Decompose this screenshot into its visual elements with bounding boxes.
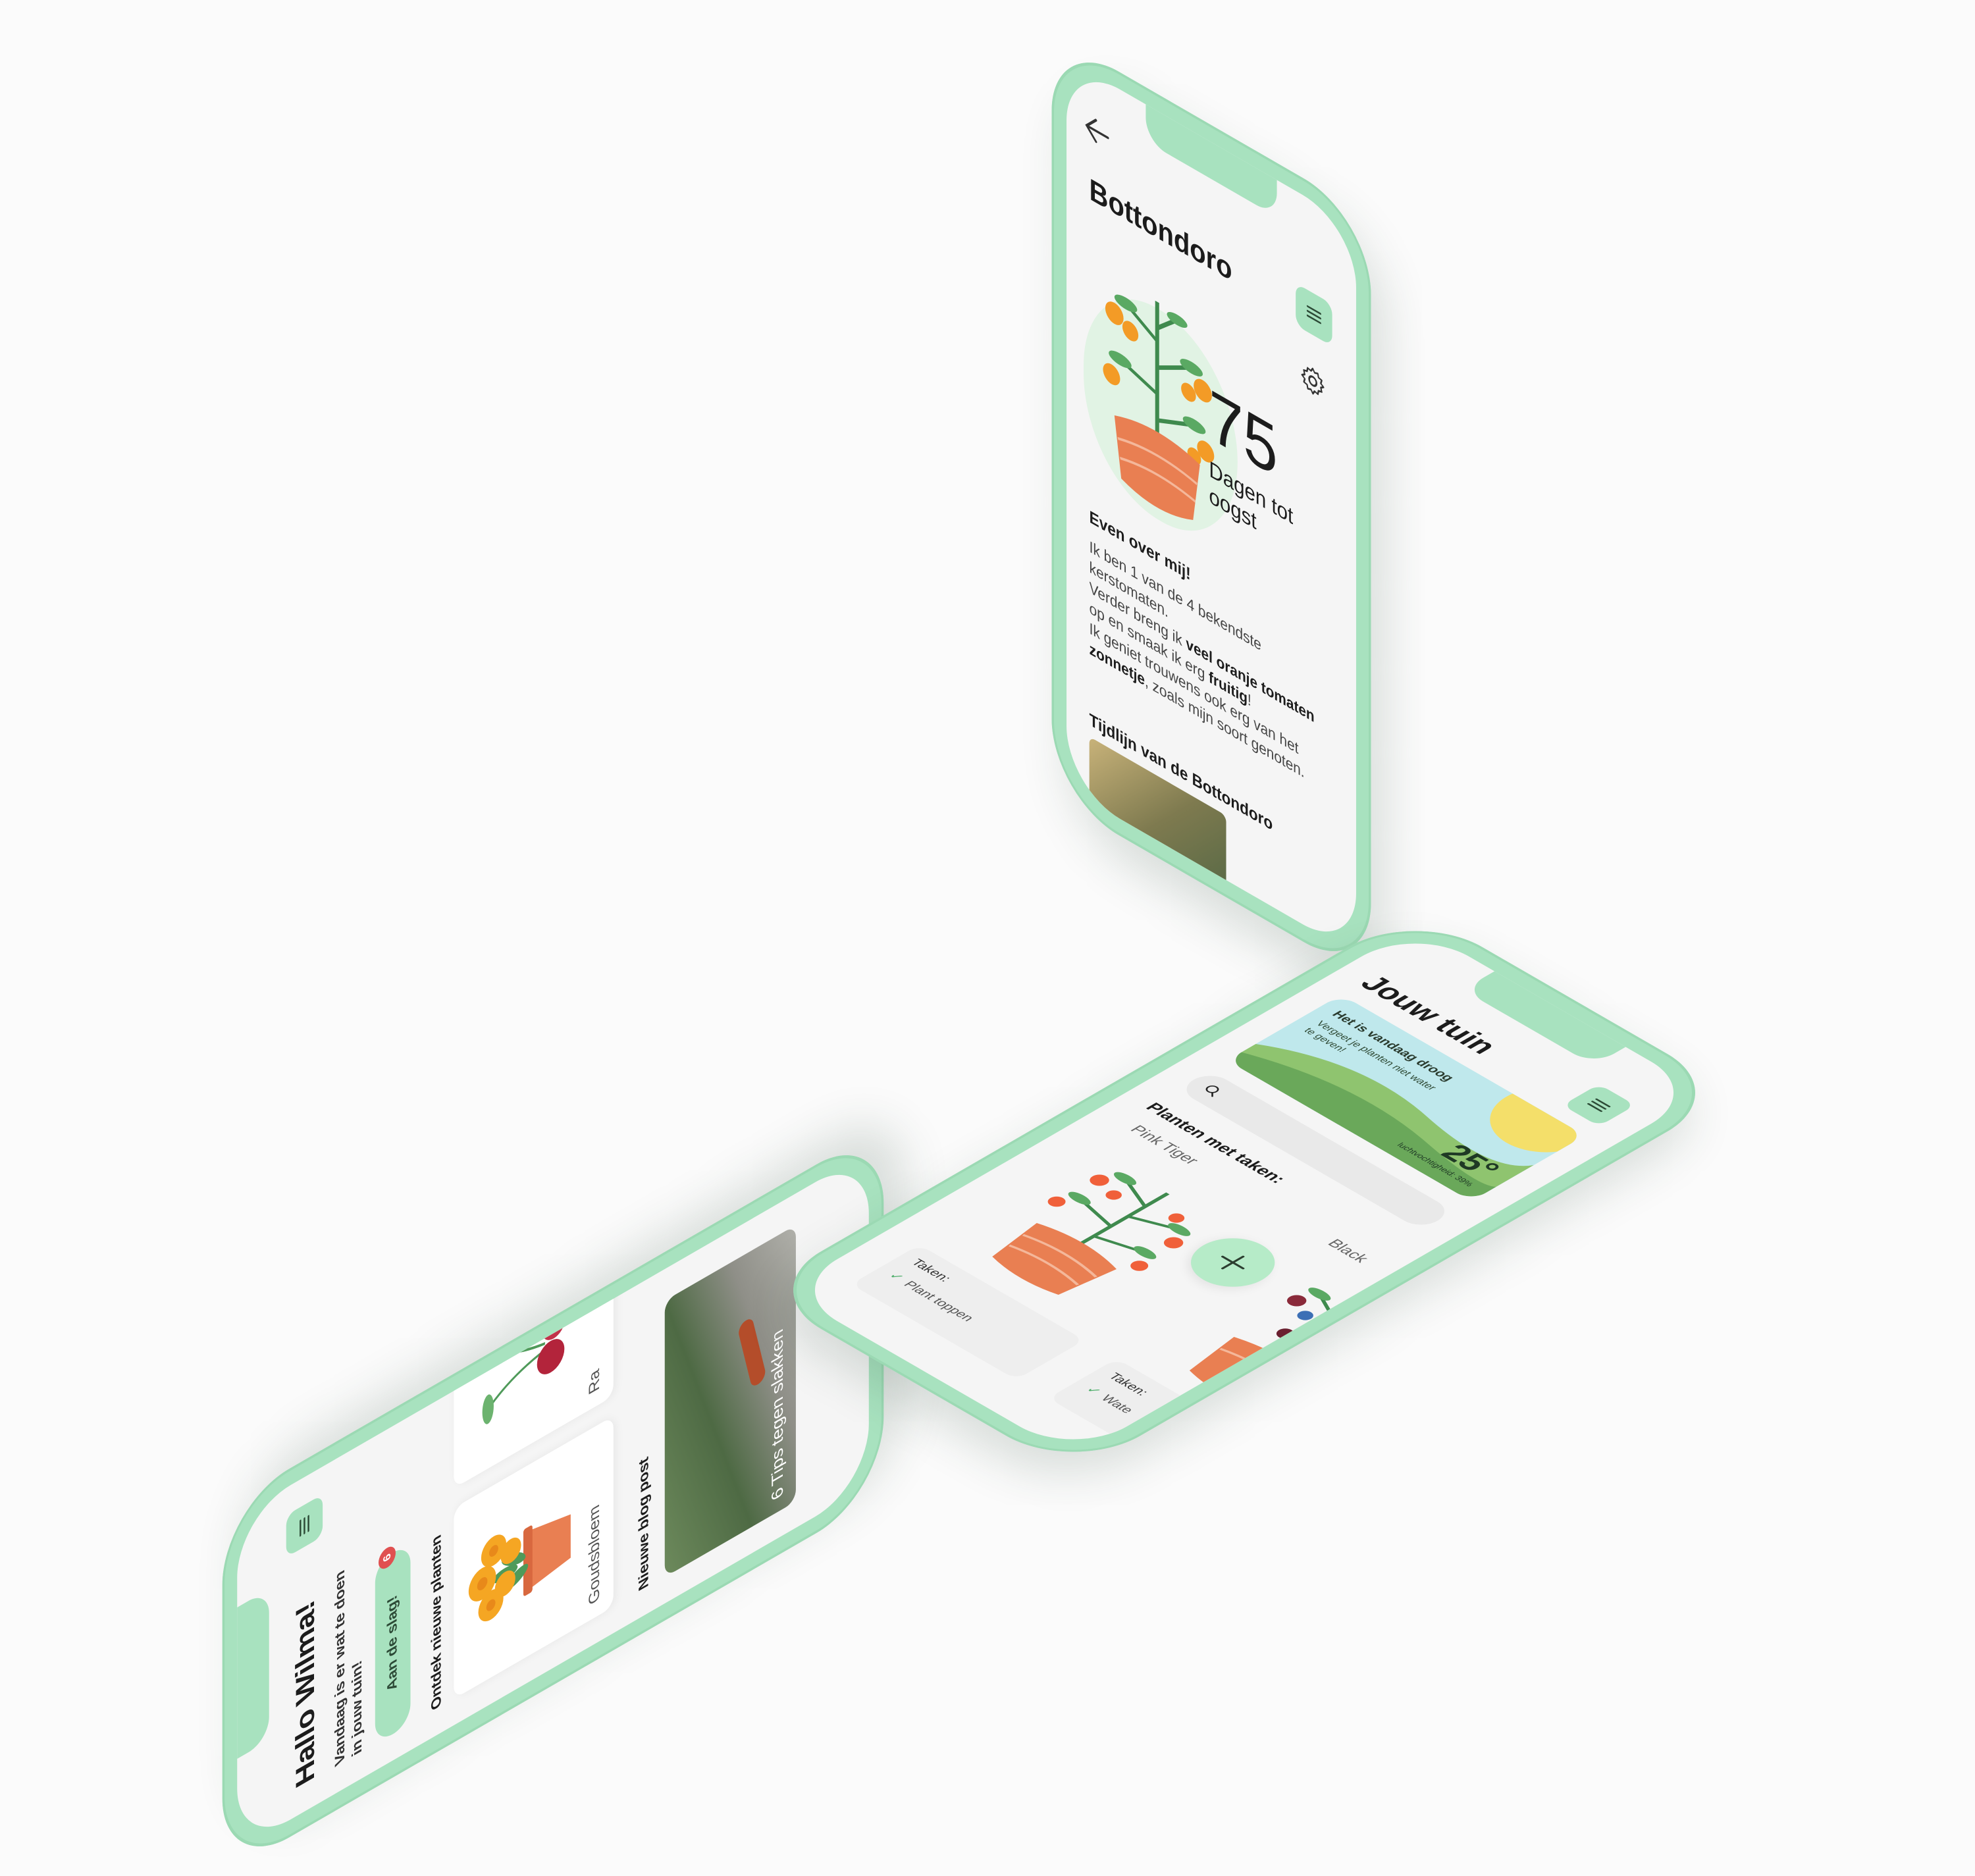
plant-card-label: Ra <box>585 1366 603 1398</box>
gear-icon[interactable] <box>1299 357 1327 405</box>
garden-screen: Jouw tuin Het is vandaag droog Vergeet j… <box>783 925 1705 1457</box>
arrow-left-icon[interactable] <box>1082 104 1113 159</box>
plant-tasks-panel: Taken: ✓Wate <box>1048 1359 1282 1457</box>
detail-menu-button[interactable] <box>1296 283 1332 346</box>
search-icon <box>1205 1085 1219 1097</box>
garden-menu-button[interactable] <box>1562 1084 1636 1126</box>
slug-photo-detail <box>737 1315 767 1390</box>
task-count-badge: 6 <box>379 1543 396 1573</box>
blog-post-title: 6 Tips tegen slakken <box>768 1326 787 1504</box>
home-greeting: Hallo Wilma! <box>290 1594 320 1794</box>
start-tasks-button[interactable]: Aan de slag! 6 <box>375 1542 411 1744</box>
marigold-plant-illustration <box>468 1514 571 1622</box>
start-tasks-label: Aan de slag! <box>384 1592 400 1695</box>
task-item-label: Wate <box>1097 1393 1137 1416</box>
plant-detail-screen: Bottondoro 75 Dagen tot oogst Even over … <box>1066 59 1356 955</box>
blog-section-title: Nieuwe blog post <box>636 1453 652 1594</box>
discover-plants-list: Goudsbloem Ra <box>454 1151 614 1699</box>
phone-plant-detail: Bottondoro 75 Dagen tot oogst Even over … <box>1051 33 1371 981</box>
blog-post-card[interactable]: 6 Tips tegen slakken <box>664 1225 796 1577</box>
hamburger-menu-icon <box>1587 1098 1611 1112</box>
hamburger-menu-icon <box>300 1515 309 1537</box>
phone-notch <box>237 1589 269 1759</box>
home-screen: Hallo Wilma! Vandaag is er wat te doen i… <box>237 1151 869 1850</box>
check-icon: ✓ <box>885 1270 907 1284</box>
task-item-label: Plant toppen <box>900 1279 977 1324</box>
plus-icon <box>1221 1255 1245 1270</box>
home-subtitle: Vandaag is er wat te doen in jouw tuin! <box>332 1567 365 1769</box>
plant-card-label: Goudsbloem <box>585 1501 603 1609</box>
home-menu-button[interactable] <box>286 1494 323 1557</box>
about-line-2-text: ! <box>1247 690 1251 711</box>
hamburger-menu-icon <box>1306 305 1321 325</box>
phone-garden: Jouw tuin Het is vandaag droog Vergeet j… <box>754 908 1735 1474</box>
phone-home: Hallo Wilma! Vandaag is er wat te doen i… <box>222 1126 884 1876</box>
radish-plant-illustration <box>476 1311 566 1424</box>
discover-title: Ontdek nieuwe planten <box>429 1531 444 1713</box>
check-icon: ✓ <box>1082 1384 1105 1397</box>
phone-notch <box>1146 103 1277 217</box>
